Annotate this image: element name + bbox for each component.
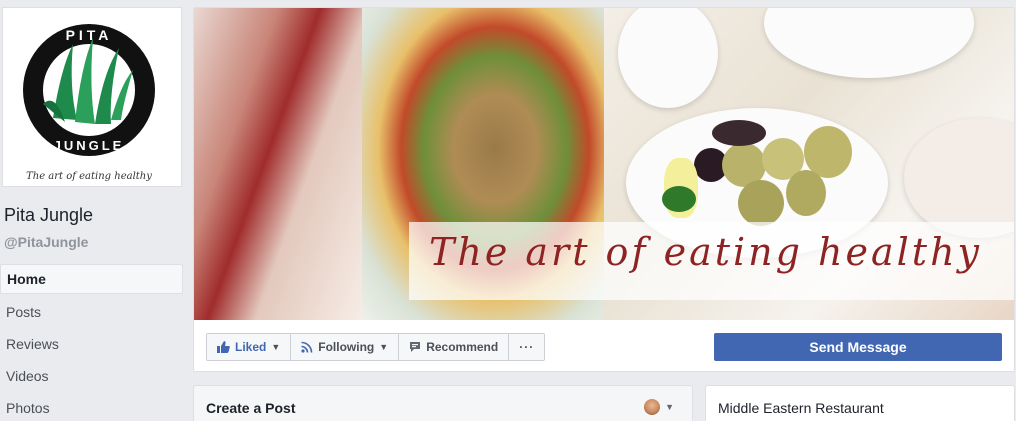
chevron-down-icon: ▼	[271, 342, 281, 352]
following-button[interactable]: Following ▼	[291, 334, 400, 360]
send-message-button[interactable]: Send Message	[714, 333, 1002, 361]
profile-picture[interactable]: PITA JUNGLE The art of eating healthy	[2, 7, 182, 187]
cover-card: The art of eating healthy Liked ▼ Follow…	[193, 7, 1015, 372]
more-dots-icon: ···	[519, 340, 535, 354]
nav-item-photos[interactable]: Photos	[0, 392, 183, 421]
nav-item-videos[interactable]: Videos	[0, 360, 183, 392]
action-button-group: Liked ▼ Following ▼ Recommend ···	[206, 333, 546, 361]
avatar	[644, 399, 661, 415]
pita-jungle-logo: PITA JUNGLE The art of eating healthy	[23, 24, 155, 182]
post-as-selector[interactable]: ▼	[644, 399, 674, 415]
page-category[interactable]: Middle Eastern Restaurant	[718, 400, 884, 416]
chevron-down-icon: ▼	[379, 342, 389, 352]
recommend-button[interactable]: Recommend	[399, 334, 510, 360]
create-post-card: Create a Post ▼	[193, 385, 693, 421]
chevron-down-icon: ▼	[665, 402, 674, 412]
cover-script-text: The art of eating healthy	[429, 230, 983, 274]
cover-photo[interactable]: The art of eating healthy	[194, 8, 1014, 320]
following-label: Following	[318, 340, 375, 354]
nav-item-reviews[interactable]: Reviews	[0, 328, 183, 360]
page-root: PITA JUNGLE The art of eating healthy Pi…	[0, 0, 1016, 421]
speech-bubble-icon	[409, 341, 421, 353]
left-nav: Home Posts Reviews Videos Photos	[0, 264, 183, 421]
logo-word-top: PITA	[66, 27, 113, 43]
page-action-bar: Liked ▼ Following ▼ Recommend ··· Send M…	[194, 320, 1014, 371]
thumbs-up-icon	[217, 341, 230, 353]
cover-wine-glasses-image	[194, 8, 362, 320]
nav-item-home[interactable]: Home	[0, 264, 183, 294]
liked-label: Liked	[235, 340, 267, 354]
logo-tagline: The art of eating healthy	[26, 171, 152, 182]
rss-follow-icon	[301, 341, 313, 353]
page-handle[interactable]: @PitaJungle	[4, 234, 88, 250]
about-card: Middle Eastern Restaurant	[705, 385, 1015, 421]
more-options-button[interactable]: ···	[509, 334, 544, 360]
nav-item-posts[interactable]: Posts	[0, 296, 183, 328]
recommend-label: Recommend	[426, 340, 499, 354]
logo-word-bottom: JUNGLE	[54, 138, 125, 153]
liked-button[interactable]: Liked ▼	[207, 334, 292, 360]
page-title[interactable]: Pita Jungle	[4, 205, 93, 226]
create-post-title: Create a Post	[206, 400, 296, 416]
